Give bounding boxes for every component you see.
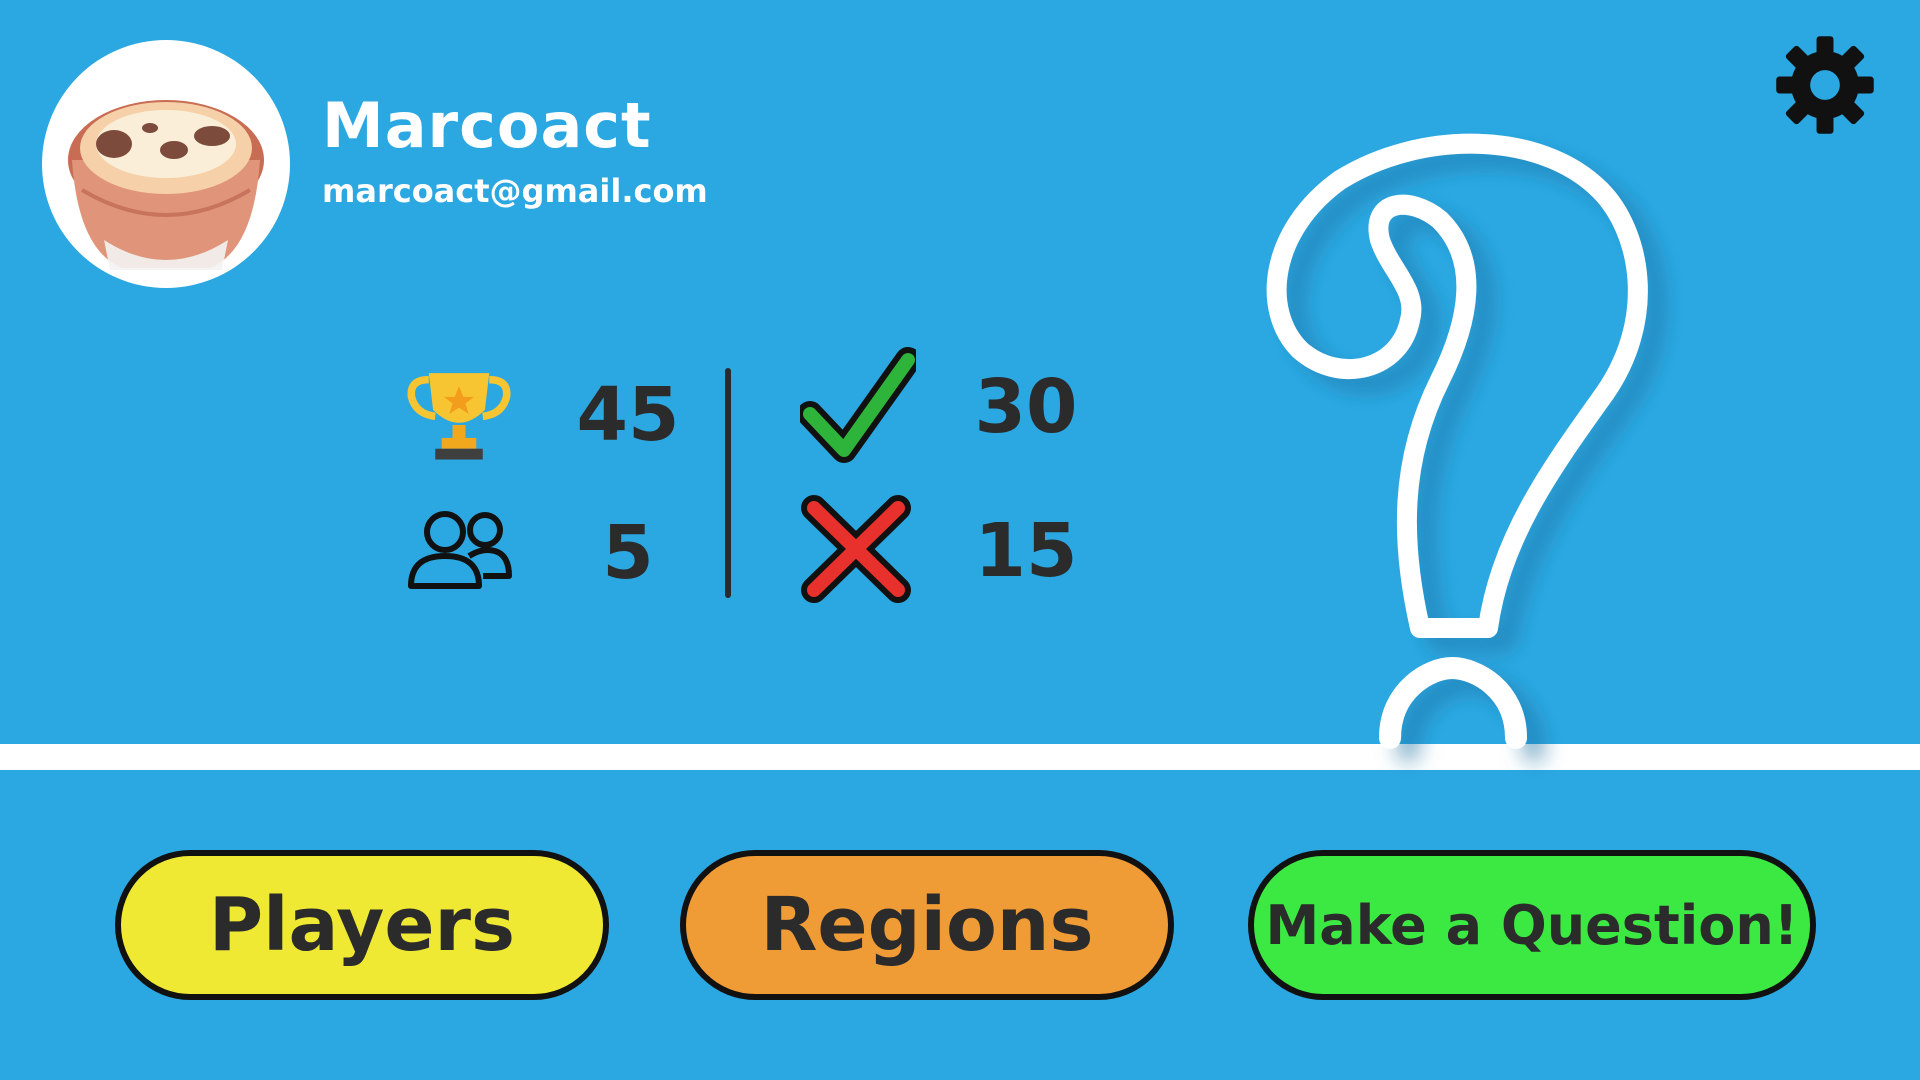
regions-button[interactable]: Regions <box>680 850 1174 1000</box>
cross-icon <box>800 494 912 604</box>
wrong-count: 15 <box>974 508 1078 594</box>
main-menu-screen: Marcoact marcoact@gmail.com 45 5 30 15 P… <box>0 0 1920 1080</box>
username: Marcoact <box>322 89 652 162</box>
email: marcoact@gmail.com <box>322 172 708 210</box>
settings-button[interactable] <box>1772 32 1878 138</box>
trophy-icon <box>405 358 513 466</box>
players-button[interactable]: Players <box>115 850 609 1000</box>
avatar[interactable] <box>42 40 290 288</box>
custard-tart-avatar-icon <box>68 100 264 270</box>
make-question-button[interactable]: Make a Question! <box>1248 850 1816 1000</box>
checkmark-icon <box>800 346 916 464</box>
users-icon <box>405 508 513 592</box>
trophy-count: 45 <box>576 372 680 458</box>
stats-divider <box>725 368 731 598</box>
friends-count: 5 <box>602 510 654 596</box>
gear-icon <box>1776 36 1874 134</box>
correct-count: 30 <box>974 364 1078 450</box>
